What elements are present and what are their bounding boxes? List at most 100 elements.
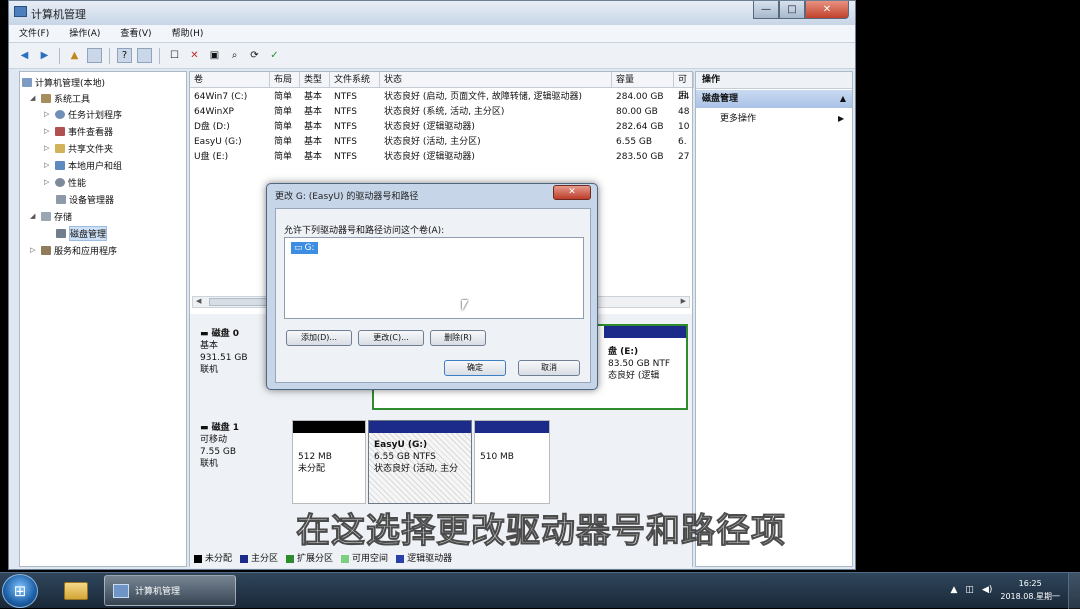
dialog-prompt: 允许下列驱动器号和路径访问这个卷(A): [284, 226, 445, 236]
tree-item-disk-management[interactable]: 磁盘管理 [56, 225, 108, 241]
expand-icon[interactable]: ▷ [44, 178, 52, 186]
volume-fs: NTFS [334, 107, 357, 117]
help-icon[interactable]: ? [117, 48, 132, 63]
minimize-button[interactable]: — [753, 1, 779, 19]
column-type[interactable]: 类型 [300, 72, 330, 88]
actions-group-disk-management[interactable]: 磁盘管理 ▲ [696, 90, 852, 108]
computer-management-taskbar-button[interactable]: 计算机管理 [104, 575, 236, 606]
volume-fs: NTFS [334, 152, 357, 162]
column-status[interactable]: 状态 [380, 72, 612, 88]
volume-capacity: 283.50 GB [616, 152, 664, 162]
check-icon[interactable]: ✓ [267, 48, 282, 63]
menu-file[interactable]: 文件(F) [19, 25, 49, 42]
expand-icon[interactable]: ▷ [44, 110, 52, 118]
volume-type: 基本 [304, 92, 323, 102]
column-layout[interactable]: 布局 [270, 72, 300, 88]
disk-management-icon [56, 228, 66, 238]
dialog-body: 允许下列驱动器号和路径访问这个卷(A): ▭ G: 添加(D)... 更改(C)… [275, 208, 591, 383]
add-button[interactable]: 添加(D)... [286, 330, 352, 346]
partition-510mb[interactable]: 510 MB [474, 420, 550, 504]
title-bar[interactable]: 计算机管理 — □ ✕ [9, 1, 855, 25]
dialog-title: 更改 G: (EasyU) 的驱动器号和路径 [275, 192, 419, 202]
clock[interactable]: 16:25 2018.08.星期一 [1000, 577, 1060, 603]
tree-item-task-scheduler[interactable]: ▷ 任务计划程序 [44, 106, 122, 122]
volume-type: 基本 [304, 137, 323, 147]
table-row[interactable]: U盘 (E:) 简单 基本 NTFS 状态良好 (逻辑驱动器) 283.50 G… [190, 150, 692, 165]
table-row[interactable]: 64Win7 (C:) 简单 基本 NTFS 状态良好 (启动, 页面文件, 故… [190, 90, 692, 105]
volume-layout: 简单 [274, 137, 293, 147]
system-tray: ▲ ◫ ◀) 16:25 2018.08.星期一 [951, 577, 1061, 603]
tree-item-local-users[interactable]: ▷ 本地用户和组 [44, 157, 122, 173]
delete-icon[interactable]: ✕ [187, 48, 202, 63]
partition-unallocated[interactable]: 512 MB 未分配 [292, 420, 366, 504]
forward-arrow-icon[interactable]: ▶ [37, 48, 52, 63]
tree-item-shared-folders[interactable]: ▷ 共享文件夹 [44, 140, 113, 156]
dialog-close-button[interactable]: ✕ [553, 185, 591, 200]
expand-icon[interactable]: ▷ [44, 127, 52, 135]
collapse-up-icon[interactable]: ▲ [840, 90, 846, 108]
ok-button[interactable]: 确定 [444, 360, 506, 376]
cancel-button[interactable]: 取消 [518, 360, 580, 376]
tree-item-event-viewer[interactable]: ▷ 事件查看器 [44, 123, 113, 139]
close-button[interactable]: ✕ [805, 1, 849, 19]
tree-item-device-manager[interactable]: 设备管理器 [56, 191, 114, 207]
legend-item: 逻辑驱动器 [396, 551, 452, 564]
column-volume[interactable]: 卷 [190, 72, 270, 88]
volume-capacity: 80.00 GB [616, 107, 658, 117]
column-free[interactable]: 可用 [674, 72, 694, 101]
explorer-taskbar-icon[interactable] [58, 575, 94, 606]
show-hidden-icons-icon[interactable]: ▲ [951, 585, 958, 595]
toolbar-separator [159, 47, 160, 64]
clock-icon [55, 109, 65, 119]
tree-item-storage[interactable]: ◢ 存储 [30, 208, 72, 224]
menu-view[interactable]: 查看(V) [120, 25, 151, 42]
back-arrow-icon[interactable]: ◀ [17, 48, 32, 63]
legend-item: 未分配 [194, 551, 232, 564]
start-button[interactable]: ⊞ [2, 574, 38, 608]
properties-icon[interactable] [137, 48, 152, 63]
properties-sheet-icon[interactable]: ☐ [167, 48, 182, 63]
menu-action[interactable]: 操作(A) [69, 25, 100, 42]
table-row[interactable]: EasyU (G:) 简单 基本 NTFS 状态良好 (活动, 主分区) 6.5… [190, 135, 692, 150]
expand-icon[interactable]: ▷ [44, 144, 52, 152]
disk-1-state: 联机 [200, 459, 219, 469]
partition-easyu-g[interactable]: EasyU (G:) 6.55 GB NTFS 状态良好 (活动, 主分 [368, 420, 472, 504]
column-capacity[interactable]: 容量 [612, 72, 674, 88]
tree-item-system-tools[interactable]: ◢ 系统工具 [30, 90, 90, 106]
volume-icon[interactable]: ◀) [982, 585, 992, 595]
drive-path-listbox[interactable]: ▭ G: [284, 237, 584, 319]
partition-bar [293, 421, 365, 433]
more-actions-item[interactable]: 更多操作 ▶ [720, 112, 844, 126]
actions-pane: 操作 磁盘管理 ▲ 更多操作 ▶ [695, 71, 853, 567]
device-manager-icon [56, 194, 66, 204]
expand-icon[interactable]: ▷ [30, 246, 38, 254]
network-icon[interactable]: ◫ [965, 585, 974, 595]
tree-item-root[interactable]: 计算机管理(本地) [22, 74, 105, 90]
show-desktop-button[interactable] [1068, 573, 1080, 609]
table-row[interactable]: 64WinXP 简单 基本 NTFS 状态良好 (系统, 活动, 主分区) 80… [190, 105, 692, 120]
maximize-button[interactable]: □ [779, 1, 805, 19]
search-icon[interactable]: ⌕ [227, 48, 242, 63]
collapse-icon[interactable]: ◢ [30, 94, 38, 102]
up-folder-icon[interactable]: ▲ [67, 48, 82, 63]
partition-size: 6.55 GB NTFS [374, 452, 436, 462]
tree-item-services[interactable]: ▷ 服务和应用程序 [30, 242, 117, 258]
change-button[interactable]: 更改(C)... [358, 330, 424, 346]
collapse-icon[interactable]: ◢ [30, 212, 38, 220]
show-hide-tree-icon[interactable] [87, 48, 102, 63]
disk-1-label[interactable]: ▬ 磁盘 1 可移动 7.55 GB 联机 [194, 418, 284, 508]
disk-0-name: 磁盘 0 [211, 329, 240, 339]
scroll-right-icon[interactable]: ▶ [681, 297, 686, 305]
tree-item-performance[interactable]: ▷ 性能 [44, 174, 86, 190]
computer-management-icon [14, 6, 27, 17]
volume-free: 6. [678, 137, 687, 147]
remove-button[interactable]: 删除(R) [430, 330, 486, 346]
drive-letter-item[interactable]: ▭ G: [291, 242, 318, 254]
column-filesystem[interactable]: 文件系统 [330, 72, 380, 88]
expand-icon[interactable]: ▷ [44, 161, 52, 169]
menu-help[interactable]: 帮助(H) [172, 25, 204, 42]
rescan-icon[interactable]: ⟳ [247, 48, 262, 63]
table-row[interactable]: D盘 (D:) 简单 基本 NTFS 状态良好 (逻辑驱动器) 282.64 G… [190, 120, 692, 135]
save-icon[interactable]: ▣ [207, 48, 222, 63]
scroll-left-icon[interactable]: ◀ [196, 297, 201, 305]
